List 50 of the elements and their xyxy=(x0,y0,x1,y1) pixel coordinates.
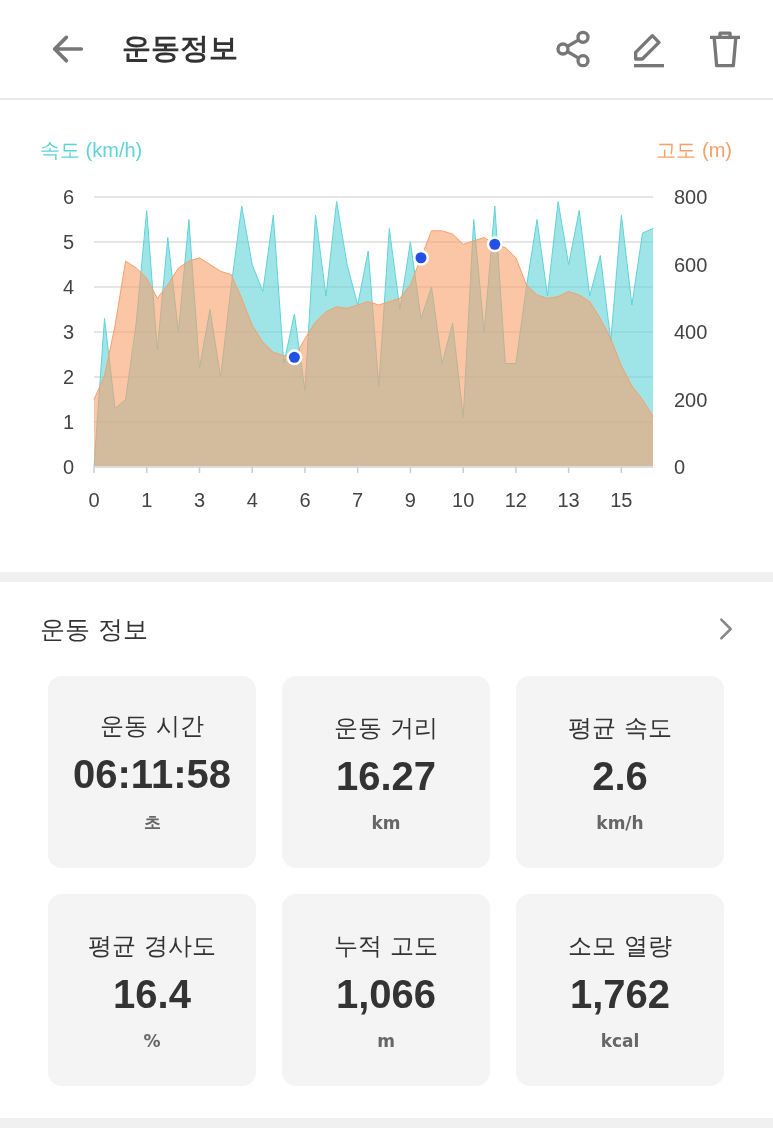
y-tick-label: 3 xyxy=(62,321,74,343)
y-tick-label: 2 xyxy=(62,366,74,388)
x-tick-label: 13 xyxy=(557,489,580,511)
share-icon[interactable] xyxy=(553,29,593,69)
x-tick-label: 10 xyxy=(452,489,475,511)
page-title: 운동정보 xyxy=(122,30,238,67)
stat-label: 누적 고도 xyxy=(334,930,438,962)
stat-value: 1,762 xyxy=(569,971,671,1017)
stat-label: 소모 열량 xyxy=(568,930,672,962)
y-tick-label: 400 xyxy=(674,321,708,343)
x-tick-label: 9 xyxy=(404,489,416,511)
y-tick-label: 5 xyxy=(62,231,74,253)
stat-unit: % xyxy=(143,1030,161,1051)
x-tick-label: 6 xyxy=(299,489,311,511)
stat-unit: kcal xyxy=(600,1030,640,1051)
data-point-marker[interactable] xyxy=(412,249,429,266)
stat-value: 2.6 xyxy=(592,753,648,799)
stat-value: 16.27 xyxy=(335,753,437,799)
stat-value: 1,066 xyxy=(335,971,437,1017)
stat-value: 06:11:58 xyxy=(73,752,231,797)
data-point-marker[interactable] xyxy=(286,349,303,366)
stat-value: 16.4 xyxy=(113,971,191,1017)
x-tick-label: 0 xyxy=(88,489,100,511)
x-tick-label: 12 xyxy=(504,489,527,511)
y-tick-label: 0 xyxy=(62,456,74,478)
y-tick-label: 4 xyxy=(62,276,74,298)
stat-unit: km xyxy=(371,812,401,833)
x-tick-label: 7 xyxy=(352,489,364,511)
x-tick-label: 15 xyxy=(610,489,633,511)
y-tick-label: 1 xyxy=(62,411,74,433)
stat-unit: m xyxy=(377,1030,395,1051)
x-tick-label: 3 xyxy=(193,489,206,511)
speed-axis-title: 속도 (km/h) xyxy=(40,139,143,161)
y-tick-label: 0 xyxy=(674,456,686,478)
stat-unit: km/h xyxy=(596,812,644,833)
stat-unit: 초 xyxy=(143,811,161,834)
y-tick-label: 800 xyxy=(674,186,708,208)
stat-label: 운동 거리 xyxy=(334,712,438,744)
y-tick-label: 600 xyxy=(674,253,708,276)
y-tick-label: 200 xyxy=(674,388,708,411)
stat-label: 평균 경사도 xyxy=(88,930,216,962)
data-point-marker[interactable] xyxy=(486,236,503,253)
x-tick-label: 1 xyxy=(141,489,153,511)
section-title: 운동 정보 xyxy=(40,613,148,646)
chevron-right-icon[interactable] xyxy=(719,617,733,641)
stat-label: 평균 속도 xyxy=(568,712,672,744)
x-tick-label: 4 xyxy=(246,489,258,511)
stat-label: 운동 시간 xyxy=(100,711,204,742)
altitude-axis-title: 고도 (m) xyxy=(656,139,732,161)
y-tick-label: 6 xyxy=(62,186,74,208)
